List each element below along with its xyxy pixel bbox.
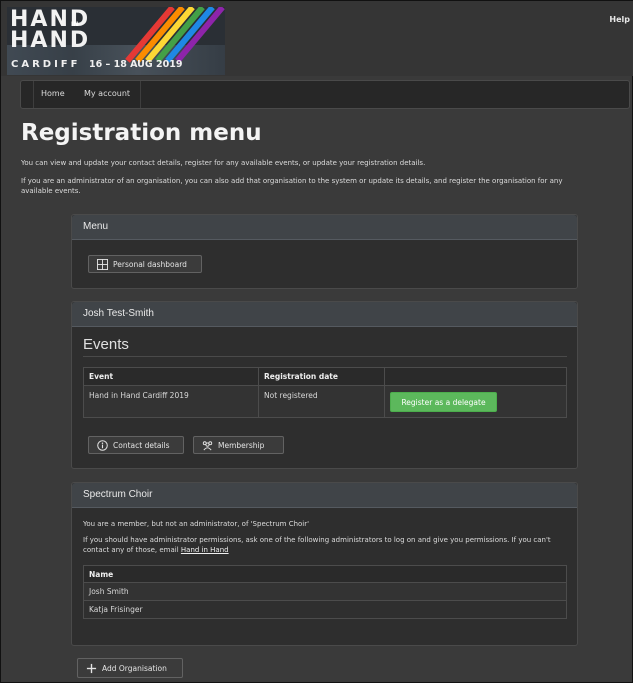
nav-item-my-account[interactable]: My account [84,89,130,98]
menu-panel: Menu Personal dashboard [71,214,578,289]
column-header-event: Event [83,367,259,386]
logo-dates: 16 – 18 AUG 2019 [89,59,183,70]
logo-word-hand-2: HAND [10,28,91,53]
column-header-registration-date: Registration date [258,367,385,386]
panel-title: Josh Test-Smith [72,302,577,327]
logo-city: CARDIFF [11,59,81,70]
button-label: Personal dashboard [113,260,187,269]
intro-text-admin: If you are an administrator of an organi… [21,177,563,195]
administrators-table: Name Josh Smith Katja Frisinger [83,565,567,619]
button-label: Membership [218,441,265,450]
event-name: Hand in Hand Cardiff 2019 [83,385,259,418]
table-row: Josh Smith [83,582,567,601]
grid-icon [97,259,108,270]
intro-text: You can view and update your contact det… [21,159,426,167]
nav-item-home[interactable]: Home [41,89,65,98]
register-delegate-button[interactable]: Register as a delegate [390,391,497,412]
registration-status: Not registered [258,385,385,418]
email-hand-in-hand-link[interactable]: Hand in Hand [181,546,229,554]
contact-details-button[interactable]: Contact details [88,436,184,454]
table-header-row: Event Registration date [83,367,567,386]
organisation-panel: Spectrum Choir You are a member, but not… [71,482,578,646]
admin-name: Katja Frisinger [83,600,567,619]
admin-name: Josh Smith [83,582,567,601]
top-bar: HAND IN HAND CARDIFF 16 – 18 AUG 2019 He… [1,1,633,76]
personal-dashboard-button[interactable]: Personal dashboard [88,255,202,273]
table-row: Hand in Hand Cardiff 2019 Not registered… [83,385,567,418]
event-logo-banner[interactable]: HAND IN HAND CARDIFF 16 – 18 AUG 2019 [7,7,225,75]
panel-title: Spectrum Choir [72,483,577,508]
divider [83,356,567,357]
group-icon [202,441,213,451]
action-cell: Register as a delegate [384,385,567,418]
page-title: Registration menu [21,120,262,146]
events-heading: Events [83,336,129,353]
table-header-row: Name [83,565,567,583]
admin-permissions-sentence: If you should have administrator permiss… [83,536,551,554]
nav-divider [140,81,141,108]
main-nav: Home My account [20,80,630,109]
logo-word-in: IN [71,21,79,28]
column-header-action [384,367,567,386]
table-row: Katja Frisinger [83,600,567,619]
nav-divider [33,81,34,108]
panel-title: Menu [72,215,577,240]
membership-button[interactable]: Membership [193,436,284,454]
membership-status-text: You are a member, but not an administrat… [83,520,310,528]
plus-icon [86,663,97,674]
button-label: Add Organisation [102,664,167,673]
add-organisation-button[interactable]: Add Organisation [77,658,183,678]
person-panel: Josh Test-Smith Events Event Registratio… [71,301,578,469]
events-table: Event Registration date Hand in Hand Car… [83,367,567,418]
info-icon [97,440,108,451]
admin-permissions-text: If you should have administrator permiss… [83,535,567,555]
help-link[interactable]: Help [609,15,630,24]
column-header-name: Name [83,565,567,583]
button-label: Contact details [113,441,170,450]
